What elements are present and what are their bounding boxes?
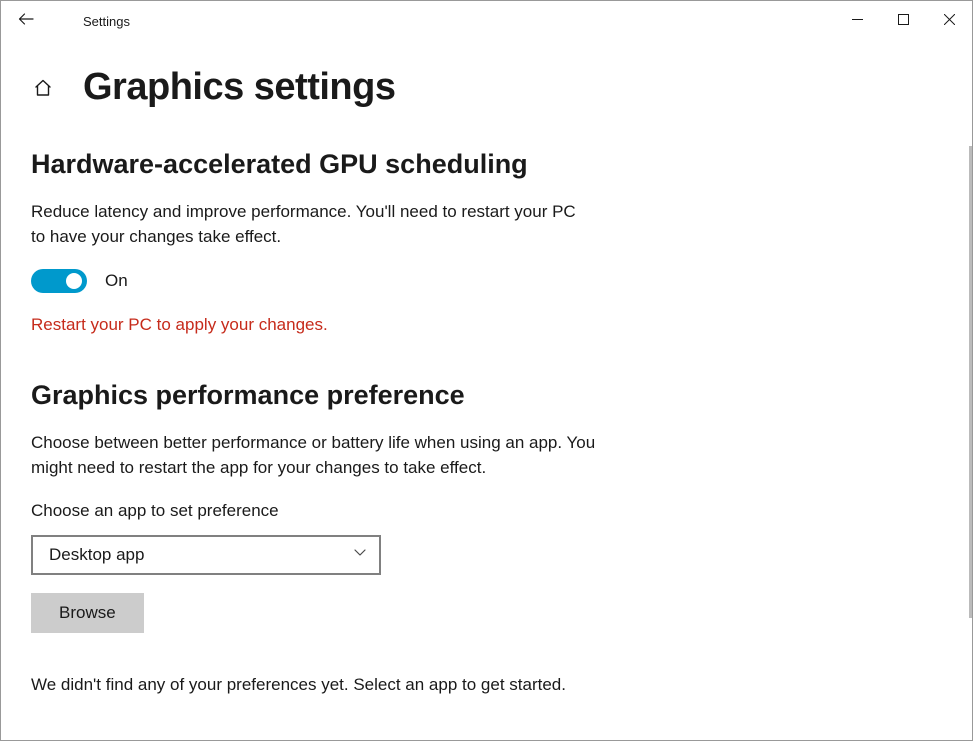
- back-button[interactable]: [1, 1, 51, 41]
- app-type-dropdown-value: Desktop app: [49, 545, 144, 565]
- toggle-thumb: [66, 273, 82, 289]
- app-type-dropdown[interactable]: Desktop app: [31, 535, 381, 575]
- scrollbar[interactable]: [969, 146, 972, 618]
- close-button[interactable]: [926, 1, 972, 41]
- window-controls: [834, 1, 972, 41]
- titlebar: Settings: [1, 1, 972, 41]
- minimize-icon: [852, 12, 863, 30]
- window-title: Settings: [83, 14, 130, 29]
- back-arrow-icon: [18, 11, 34, 32]
- gpu-scheduling-toggle-label: On: [105, 271, 128, 291]
- gpu-scheduling-description: Reduce latency and improve performance. …: [31, 200, 591, 249]
- chevron-down-icon: [353, 545, 367, 564]
- maximize-icon: [898, 12, 909, 30]
- minimize-button[interactable]: [834, 1, 880, 41]
- perf-pref-heading: Graphics performance preference: [31, 380, 972, 411]
- maximize-button[interactable]: [880, 1, 926, 41]
- browse-button[interactable]: Browse: [31, 593, 144, 633]
- perf-pref-description: Choose between better performance or bat…: [31, 431, 611, 480]
- gpu-scheduling-heading: Hardware-accelerated GPU scheduling: [31, 149, 972, 180]
- page-header: Graphics settings: [31, 66, 972, 109]
- close-icon: [944, 12, 955, 30]
- no-preferences-message: We didn't find any of your preferences y…: [31, 675, 972, 695]
- home-button[interactable]: [31, 79, 55, 103]
- choose-app-label: Choose an app to set preference: [31, 501, 972, 521]
- gpu-scheduling-toggle-row: On: [31, 269, 972, 293]
- content-area: Graphics settings Hardware-accelerated G…: [1, 41, 972, 742]
- restart-warning: Restart your PC to apply your changes.: [31, 315, 972, 335]
- page-title: Graphics settings: [83, 66, 395, 109]
- home-icon: [33, 78, 53, 103]
- gpu-scheduling-toggle[interactable]: [31, 269, 87, 293]
